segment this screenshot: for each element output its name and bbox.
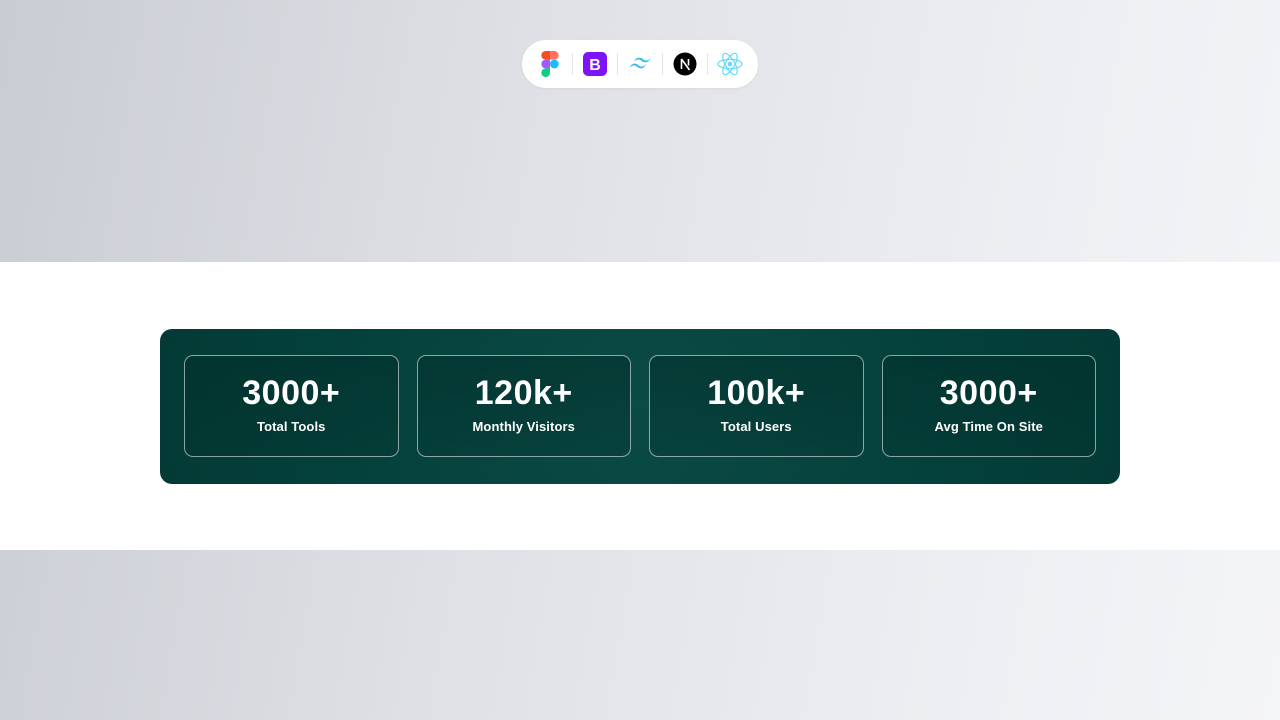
stat-label: Total Tools (257, 419, 326, 434)
divider (572, 53, 573, 75)
divider (617, 53, 618, 75)
stat-label: Total Users (720, 419, 792, 434)
stats-section: 3000+ Total Tools 120k+ Monthly Visitors… (0, 262, 1280, 550)
stat-value: 120k+ (474, 374, 573, 412)
svg-text:B: B (589, 57, 601, 74)
stat-label: Avg Time On Site (934, 419, 1043, 434)
figma-icon (536, 50, 564, 78)
divider (707, 53, 708, 75)
stat-card-total-tools: 3000+ Total Tools (184, 355, 399, 457)
stat-label: Monthly Visitors (472, 419, 575, 434)
react-icon (716, 50, 744, 78)
stat-card-total-users: 100k+ Total Users (649, 355, 864, 457)
tailwind-icon (626, 50, 654, 78)
bootstrap-icon: B (581, 50, 609, 78)
stat-card-monthly-visitors: 120k+ Monthly Visitors (416, 355, 631, 457)
stat-value: 3000+ (242, 374, 341, 412)
stats-panel: 3000+ Total Tools 120k+ Monthly Visitors… (160, 329, 1120, 484)
stat-value: 3000+ (939, 374, 1038, 412)
tech-stack-pill: B (522, 40, 758, 88)
stat-card-avg-time: 3000+ Avg Time On Site (881, 355, 1096, 457)
divider (662, 53, 663, 75)
nextjs-icon (671, 50, 699, 78)
stat-value: 100k+ (707, 374, 806, 412)
